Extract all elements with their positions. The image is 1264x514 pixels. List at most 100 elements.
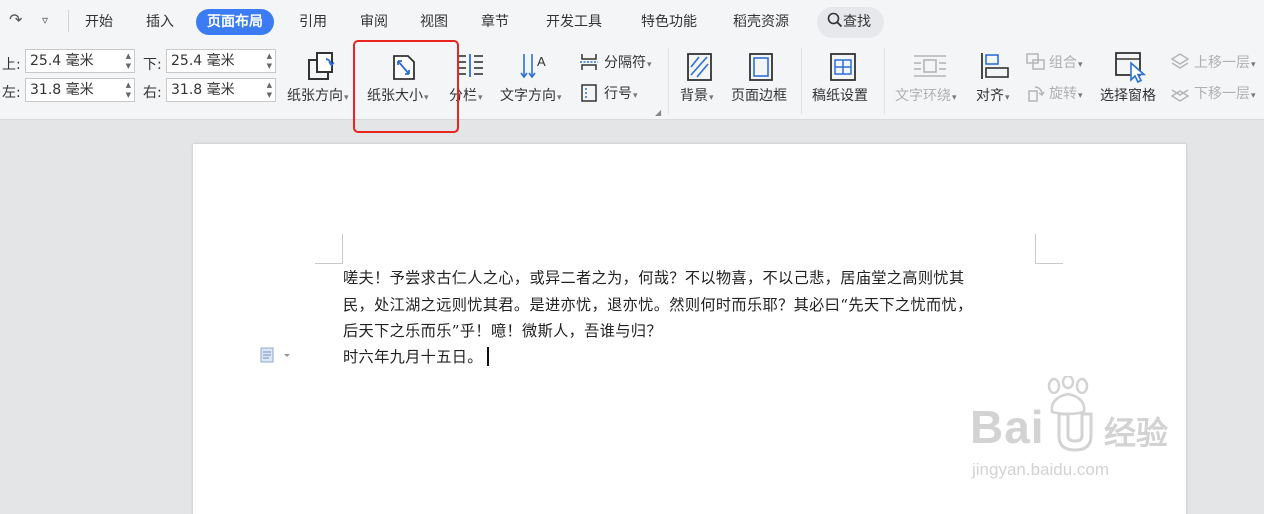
paper-orientation-label: 纸张方向 [287,88,343,104]
group-icon [1026,53,1045,70]
background-button[interactable]: 背景▾ [680,87,714,107]
tab-references[interactable]: 引用 [299,9,327,35]
text-wrap-icon [914,55,946,77]
dropdown-arrow-icon: ▾ [709,93,714,103]
watermark-url: jingyan.baidu.com [972,460,1110,479]
tab-view[interactable]: 视图 [420,9,448,35]
ribbon-page-layout: 上: 25.4 毫米 ▲ ▼ 下: 25.4 毫米 ▲ ▼ 左: 31.8 毫米 ▲ ▼ 右… [0,44,1264,120]
top-menu-bar: ↷ ▿ 开始 插入 页面布局 引用 审阅 视图 章节 开发工具 特色功能 稻壳资… [0,0,1264,44]
spinner-icon[interactable]: ▲ ▼ [267,80,272,100]
separator [68,10,69,32]
text-direction-button[interactable]: 文字方向▾ [500,87,562,107]
dropdown-arrow-icon: ▾ [633,91,638,101]
spinner-icon[interactable]: ▲ ▼ [126,80,131,100]
selection-pane-button[interactable]: 选择窗格 [1100,87,1156,105]
spinner-icon[interactable]: ▲ ▼ [126,51,131,71]
group-label: 组合 [1049,55,1077,71]
find-button[interactable]: 查找 [817,7,884,38]
dropdown-arrow-icon: ▾ [344,93,349,103]
breaks-icon [580,54,598,70]
tab-features[interactable]: 特色功能 [641,9,697,35]
svg-text:A: A [537,54,546,69]
margin-top-input[interactable]: 25.4 毫米 ▲ ▼ [25,49,135,73]
quick-access-dropdown-icon[interactable]: ▿ [42,13,48,27]
line-numbers-icon [581,84,597,102]
dropdown-arrow-icon: ▾ [1005,93,1010,103]
dropdown-arrow-icon: ▾ [952,93,957,103]
tab-chapter[interactable]: 章节 [481,9,509,35]
document-paragraph-line[interactable]: 后天下之乐而乐”乎！噫！微斯人，吾谁与归？ [343,319,662,341]
paragraph-handle-icon[interactable] [260,347,292,363]
tab-insert[interactable]: 插入 [146,9,174,35]
rotate-button: 旋转▾ [1049,85,1083,105]
text-cursor [486,347,489,366]
document-page[interactable]: 嗟夫！予尝求古仁人之心，或异二者之为，何哉？不以物喜，不以己悲，居庙堂之高则忧其… [193,144,1186,514]
dropdown-arrow-icon: ▾ [1078,60,1083,70]
separator [801,48,802,114]
dropdown-arrow-icon: ▾ [1078,91,1083,101]
line-numbers-button[interactable]: 行号▾ [604,85,638,105]
tab-page-layout[interactable]: 页面布局 [196,9,274,35]
paper-orientation-button[interactable]: 纸张方向▾ [287,87,349,107]
breaks-button[interactable]: 分隔符▾ [604,54,652,74]
separator [668,48,669,114]
dropdown-arrow-icon: ▾ [478,93,483,103]
margin-right-value: 31.8 毫米 [171,82,235,98]
rotate-label: 旋转 [1049,86,1077,102]
margin-left-input[interactable]: 31.8 毫米 ▲ ▼ [25,78,135,102]
rotate-icon [1028,86,1045,102]
tab-home[interactable]: 开始 [85,9,113,35]
tab-docer-resources[interactable]: 稻壳资源 [733,9,789,35]
dropdown-arrow-icon: ▾ [1251,91,1256,101]
bring-forward-label: 上移一层 [1194,55,1250,71]
draft-paper-settings-button[interactable]: 稿纸设置 [812,87,868,105]
document-date-line[interactable]: 时六年九月十五日。 [343,345,489,367]
dropdown-arrow-icon: ▾ [557,93,562,103]
watermark-brand: Bai [970,401,1045,453]
paw-logo-icon [1047,376,1089,416]
page-border-button[interactable]: 页面边框 [731,87,787,105]
send-backward-button: 下移一层▾ [1194,85,1256,105]
margin-corner-mark [315,234,343,264]
selection-pane-icon [1115,52,1147,83]
bring-forward-button: 上移一层▾ [1194,54,1256,74]
margin-right-label: 右: [143,85,162,101]
spinner-icon[interactable]: ▲ ▼ [267,51,272,71]
margin-top-label: 上: [2,57,21,73]
watermark-brand-cn: 经验 [1104,414,1169,452]
draft-paper-icon [830,53,856,81]
find-label: 查找 [843,14,871,30]
page-setup-launcher-icon[interactable]: ◢ [655,108,661,117]
line-numbers-label: 行号 [604,86,632,102]
send-backward-label: 下移一层 [1194,86,1250,102]
baidu-du-icon [1057,412,1093,452]
margin-bottom-input[interactable]: 25.4 毫米 ▲ ▼ [166,49,276,73]
text-direction-label: 文字方向 [500,88,556,104]
margin-corner-mark [1035,234,1063,264]
columns-icon [457,54,483,77]
bring-forward-icon [1170,53,1190,69]
document-paragraph-line[interactable]: 嗟夫！予尝求古仁人之心，或异二者之为，何哉？不以物喜，不以己悲，居庙堂之高则忧其 [343,266,965,288]
background-label: 背景 [680,88,708,104]
align-icon [981,53,1009,79]
tab-developer[interactable]: 开发工具 [546,9,602,35]
text-wrap-button: 文字环绕▾ [895,87,957,107]
breaks-label: 分隔符 [604,55,646,71]
margin-top-value: 25.4 毫米 [30,53,94,69]
align-button[interactable]: 对齐▾ [976,87,1010,107]
text-wrap-label: 文字环绕 [895,88,951,104]
background-icon [687,53,712,81]
margin-right-input[interactable]: 31.8 毫米 ▲ ▼ [166,78,276,102]
search-icon [827,12,843,28]
dropdown-arrow-icon: ▾ [1251,60,1256,70]
text-direction-icon: A [520,54,546,79]
margin-left-value: 31.8 毫米 [30,82,94,98]
group-button: 组合▾ [1049,54,1083,74]
margin-left-label: 左: [2,85,21,101]
redo-icon[interactable]: ↷ [9,10,22,29]
dropdown-arrow-icon: ▾ [647,60,652,70]
document-paragraph-line[interactable]: 民，处江湖之远则忧其君。是进亦忧，退亦忧。然则何时而乐耶？其必曰“先天下之忧而忧… [343,293,973,315]
separator [884,48,885,114]
tab-review[interactable]: 审阅 [360,9,388,35]
send-backward-icon [1170,89,1190,102]
